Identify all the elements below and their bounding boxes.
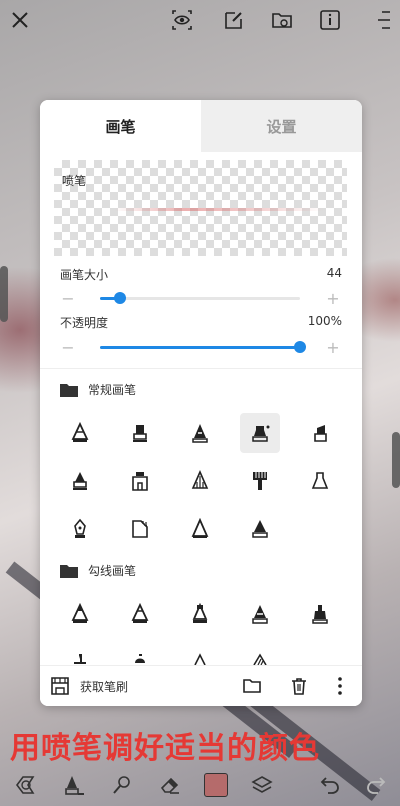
edit-note-icon[interactable] — [222, 8, 246, 32]
divider — [40, 368, 362, 369]
transform-icon[interactable] — [12, 771, 40, 799]
brush-store-icon — [51, 677, 69, 695]
bottom-toolbar — [0, 763, 400, 806]
opacity-knob[interactable] — [294, 341, 306, 353]
brush-chisel-icon[interactable] — [300, 413, 340, 453]
section-title: 常规画笔 — [88, 383, 137, 397]
section-lineart-brushes[interactable]: 勾线画笔 — [60, 562, 136, 579]
trash-icon[interactable] — [289, 676, 309, 700]
opacity-label: 不透明度 — [60, 316, 109, 330]
brush-soft-icon[interactable] — [300, 461, 340, 501]
redo-icon[interactable] — [362, 771, 390, 799]
folder-filled-icon — [60, 564, 78, 578]
brush-texture-icon[interactable] — [120, 509, 160, 549]
brush-panel-bottom-bar: 获取笔刷 — [40, 665, 362, 706]
brush-airbrush-icon[interactable] — [240, 413, 280, 453]
brush-triangle-icon[interactable] — [180, 509, 220, 549]
folder-icon[interactable] — [242, 676, 262, 700]
get-brush-button[interactable]: 获取笔刷 — [50, 676, 128, 696]
tutorial-caption: 用喷笔调好适当的颜色 — [10, 731, 320, 766]
brush-crayon-icon[interactable] — [60, 461, 100, 501]
right-slider-handle[interactable] — [392, 432, 400, 488]
brush-panel: 画笔 设置 喷笔 画笔大小 44 − + 不透明度 100% − + 常规画笔 — [40, 100, 362, 706]
brush-pencil-icon[interactable] — [60, 413, 100, 453]
regular-brush-grid — [60, 413, 340, 549]
top-toolbar — [0, 0, 400, 40]
preview-stroke — [114, 208, 324, 211]
brush-watercolor-icon[interactable] — [180, 461, 220, 501]
brush-flat-icon[interactable] — [240, 461, 280, 501]
brush-size-slider[interactable] — [100, 292, 300, 304]
left-slider-handle[interactable] — [0, 266, 8, 322]
eye-icon[interactable] — [170, 8, 194, 32]
info-icon[interactable] — [318, 8, 342, 32]
brush-fountain-pen-icon[interactable] — [60, 509, 100, 549]
opacity-plus-button[interactable]: + — [326, 340, 340, 356]
brush-preview: 喷笔 — [54, 160, 347, 256]
close-icon[interactable] — [8, 8, 32, 32]
brush-cone-icon[interactable] — [240, 509, 280, 549]
undo-icon[interactable] — [316, 771, 344, 799]
folder-cloud-icon[interactable] — [270, 8, 294, 32]
tab-brush[interactable]: 画笔 — [40, 100, 201, 152]
brush-pen-icon[interactable] — [180, 413, 220, 453]
brush-size-label: 画笔大小 — [60, 268, 109, 282]
brush-inkpen-icon[interactable] — [60, 594, 100, 634]
brush-mapping-pen-icon[interactable] — [180, 594, 220, 634]
current-color-swatch[interactable] — [202, 771, 230, 799]
section-regular-brushes[interactable]: 常规画笔 — [60, 381, 136, 398]
brush-tool-icon[interactable] — [60, 771, 88, 799]
opacity-slider[interactable] — [100, 341, 306, 353]
opacity-fill — [100, 346, 300, 349]
brush-marker-icon[interactable] — [120, 413, 160, 453]
smudge-tool-icon[interactable] — [108, 771, 136, 799]
get-brush-label: 获取笔刷 — [80, 679, 129, 694]
section-title: 勾线画笔 — [88, 564, 137, 578]
brush-brush-pen-icon[interactable] — [300, 594, 340, 634]
opacity-value: 100% — [307, 314, 342, 328]
brush-gpen-icon[interactable] — [120, 594, 160, 634]
eraser-icon[interactable] — [156, 771, 184, 799]
folder-filled-icon — [60, 383, 78, 397]
brush-name: 喷笔 — [62, 174, 87, 188]
brush-size-plus-button[interactable]: + — [326, 291, 340, 307]
menu-icon[interactable] — [370, 8, 394, 32]
brush-size-minus-button[interactable]: − — [61, 291, 75, 307]
opacity-minus-button[interactable]: − — [61, 340, 75, 356]
brush-size-knob[interactable] — [114, 292, 126, 304]
brush-stamp-icon[interactable] — [120, 461, 160, 501]
brush-size-value: 44 — [326, 266, 342, 280]
brush-fine-liner-icon[interactable] — [240, 594, 280, 634]
layers-icon[interactable] — [248, 771, 276, 799]
brush-panel-tabs: 画笔 设置 — [40, 100, 362, 152]
more-options-icon[interactable] — [336, 676, 344, 700]
tab-settings[interactable]: 设置 — [201, 100, 362, 152]
